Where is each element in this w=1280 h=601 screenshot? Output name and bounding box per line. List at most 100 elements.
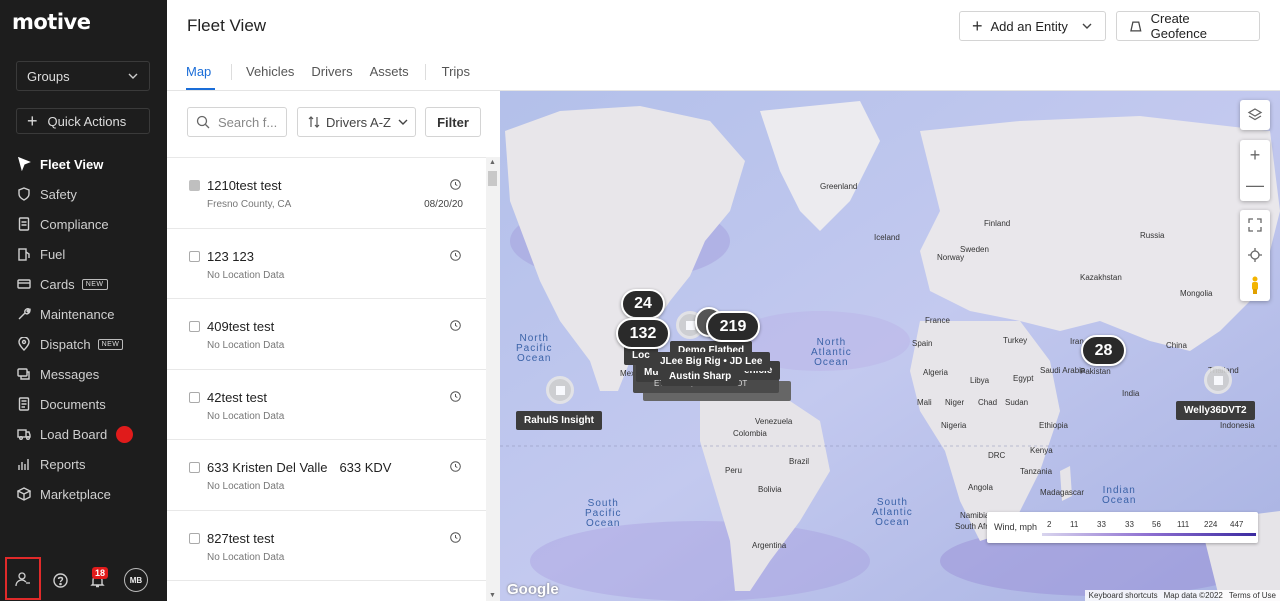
sidebar-item-maintenance[interactable]: Maintenance: [0, 299, 167, 329]
place-label: Spain: [912, 339, 933, 348]
clock-icon[interactable]: [450, 249, 461, 261]
vehicle-label-austin[interactable]: Austin Sharp: [661, 367, 740, 386]
vehicle-label-rahul[interactable]: RahulS Insight: [516, 411, 602, 430]
vehicle-label-welly[interactable]: Welly36DVT2: [1176, 401, 1255, 420]
sidebar-item-documents[interactable]: Documents: [0, 389, 167, 419]
map-attribution: Keyboard shortcuts Map data ©2022 Terms …: [1084, 590, 1280, 601]
tab-trips[interactable]: Trips: [442, 56, 470, 90]
new-badge: NEW: [97, 338, 124, 350]
user-profile-button[interactable]: [5, 557, 41, 600]
list-item[interactable]: 1210test test Fresno County, CA 08/20/20: [167, 158, 486, 229]
sidebar-item-label: Maintenance: [40, 306, 115, 322]
driver-location: No Location Data: [207, 410, 285, 422]
row-checkbox[interactable]: [189, 391, 200, 403]
help-icon: [53, 573, 68, 588]
groups-dropdown[interactable]: Groups: [16, 61, 150, 91]
keyboard-shortcuts-link[interactable]: Keyboard shortcuts: [1089, 591, 1158, 600]
place-label: Sweden: [960, 245, 989, 254]
place-label: Kazakhstan: [1080, 273, 1122, 282]
fleet-map[interactable]: Greenland Iceland Finland Norway Sweden …: [500, 91, 1280, 601]
sidebar-item-compliance[interactable]: Compliance: [0, 209, 167, 239]
place-label: Saudi Arabia: [1040, 366, 1086, 375]
vehicle-pin[interactable]: [546, 376, 574, 404]
sidebar-item-load-board[interactable]: Load Board: [0, 419, 167, 449]
zoom-out-button[interactable]: —: [1240, 170, 1270, 200]
motive-logo[interactable]: motive: [12, 10, 91, 34]
sidebar-item-label: Cards: [40, 276, 75, 292]
list-item[interactable]: 42test test No Location Data: [167, 370, 486, 440]
tab-divider: [231, 64, 232, 80]
map-layers-button[interactable]: [1240, 100, 1270, 130]
fullscreen-button[interactable]: [1240, 210, 1270, 240]
cluster-marker[interactable]: 132: [616, 318, 670, 349]
list-item[interactable]: 633 Kristen Del Valle 633 KDV No Location…: [167, 440, 486, 511]
clock-icon[interactable]: [450, 179, 461, 190]
terms-link[interactable]: Terms of Use: [1229, 591, 1276, 600]
sort-dropdown[interactable]: Drivers A-Z: [297, 107, 416, 137]
sidebar-item-marketplace[interactable]: Marketplace: [0, 479, 167, 509]
sidebar-item-fleet-view[interactable]: Fleet View: [0, 149, 167, 179]
place-label: Kenya: [1030, 446, 1053, 455]
row-checkbox[interactable]: [189, 462, 200, 473]
cube-icon: [17, 487, 31, 501]
sidebar-item-reports[interactable]: Reports: [0, 449, 167, 479]
legend-value: 447: [1230, 520, 1244, 529]
driver-name: 123 123: [207, 248, 254, 264]
sidebar: motive Groups + Quick Actions Fleet View…: [0, 0, 167, 601]
recenter-button[interactable]: [1240, 240, 1270, 270]
scroll-down-arrow[interactable]: ▼: [489, 592, 496, 599]
zoom-in-button[interactable]: +: [1240, 140, 1270, 170]
filter-button[interactable]: Filter: [425, 107, 481, 137]
row-checkbox[interactable]: [189, 321, 200, 332]
avatar[interactable]: MB: [124, 568, 148, 592]
list-item[interactable]: 409test test No Location Data: [167, 299, 486, 370]
add-entity-button[interactable]: + Add an Entity: [959, 11, 1106, 41]
place-label: Egypt: [1013, 374, 1034, 383]
row-checkbox[interactable]: [189, 250, 200, 262]
clock-icon[interactable]: [450, 531, 461, 543]
sidebar-item-messages[interactable]: Messages: [0, 359, 167, 389]
legend-value: 224: [1204, 520, 1218, 529]
row-checkbox[interactable]: [189, 532, 200, 544]
sidebar-item-safety[interactable]: Safety: [0, 179, 167, 209]
place-label: Namibia: [960, 511, 990, 520]
sidebar-item-dispatch[interactable]: Dispatch NEW: [0, 329, 167, 359]
fullscreen-icon: [1248, 218, 1262, 232]
last-seen-date: 08/20/20: [424, 199, 463, 210]
list-item[interactable]: 123 123 No Location Data: [167, 229, 486, 299]
notification-count-badge: 18: [92, 567, 109, 579]
cluster-marker[interactable]: 219: [706, 311, 760, 342]
sidebar-item-label: Documents: [40, 396, 106, 412]
sidebar-item-cards[interactable]: Cards NEW: [0, 269, 167, 299]
search-input[interactable]: Search f...: [187, 107, 287, 137]
sidebar-nav: Fleet View Safety Compliance Fuel Cards …: [0, 149, 167, 509]
clock-icon[interactable]: [450, 320, 461, 331]
tab-drivers[interactable]: Drivers: [311, 56, 352, 90]
tab-vehicles[interactable]: Vehicles: [246, 56, 294, 90]
row-checkbox[interactable]: [189, 180, 200, 191]
scrollbar-thumb[interactable]: [488, 171, 497, 186]
plus-icon: +: [1249, 144, 1261, 165]
wind-legend: Wind, mph 2 11 33 33 56 111 224 447: [987, 512, 1258, 543]
card-icon: [17, 277, 31, 291]
driver-name: 827test test: [207, 530, 275, 546]
location-icon: [17, 337, 31, 351]
tab-map[interactable]: Map: [186, 56, 215, 90]
scroll-up-arrow[interactable]: ▲: [489, 159, 496, 166]
tab-assets[interactable]: Assets: [370, 56, 409, 90]
clock-icon[interactable]: [450, 461, 461, 472]
ocean-label: North Pacific Ocean: [516, 333, 553, 364]
vehicle-pin[interactable]: [1204, 366, 1232, 394]
sidebar-item-fuel[interactable]: Fuel: [0, 239, 167, 269]
create-geofence-button[interactable]: Create Geofence: [1116, 11, 1260, 41]
street-view-button[interactable]: [1240, 270, 1270, 300]
legend-title: Wind, mph: [994, 522, 1038, 532]
list-scrollbar[interactable]: ▲ ▼: [486, 157, 500, 601]
clock-icon[interactable]: [450, 390, 461, 402]
help-button[interactable]: [52, 572, 69, 589]
place-label: India: [1122, 389, 1140, 398]
list-item[interactable]: 827test test No Location Data: [167, 511, 486, 581]
quick-actions-button[interactable]: + Quick Actions: [16, 108, 150, 134]
cluster-marker[interactable]: 28: [1081, 335, 1126, 366]
cluster-marker[interactable]: 24: [621, 289, 665, 319]
